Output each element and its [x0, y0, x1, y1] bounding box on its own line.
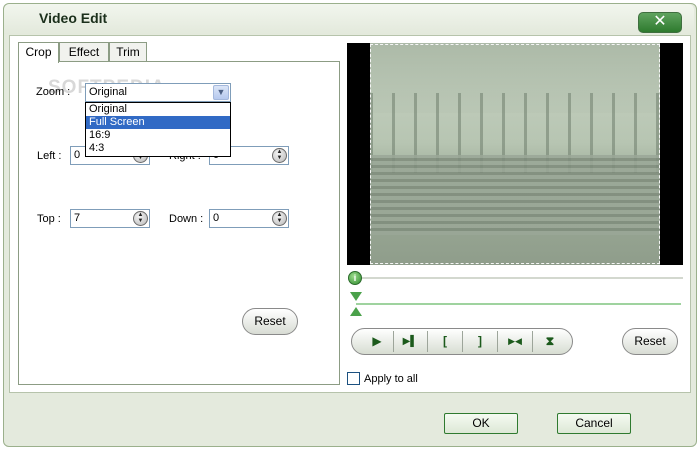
zoom-label: Zoom :	[36, 86, 71, 98]
split-icon[interactable]: ⧗	[535, 331, 565, 352]
trim-start-marker-icon[interactable]	[350, 292, 362, 301]
mark-in-icon[interactable]: [	[430, 331, 460, 352]
control-divider	[532, 331, 533, 352]
ok-button[interactable]: OK	[444, 413, 518, 434]
info-icon[interactable]: i	[348, 271, 362, 285]
zoom-select[interactable]: Original ▼	[85, 83, 231, 102]
zoom-option-16-9[interactable]: 16:9	[86, 129, 230, 142]
left-label: Left :	[37, 150, 62, 162]
tab-trim[interactable]: Trim	[109, 42, 147, 62]
top-stepper-icon[interactable]: ▲ ▼	[133, 211, 148, 226]
down-spinbox[interactable]: 0 ▲ ▼	[209, 209, 289, 228]
apply-to-all-label: Apply to all	[364, 373, 418, 385]
tab-crop[interactable]: Crop	[18, 42, 59, 63]
down-value: 0	[213, 212, 220, 224]
left-value: 0	[74, 149, 81, 161]
play-icon[interactable]: ▶	[362, 331, 392, 352]
top-spinbox[interactable]: 7 ▲ ▼	[70, 209, 150, 228]
tab-effect[interactable]: Effect	[59, 42, 109, 62]
zoom-option-full-screen[interactable]: Full Screen	[86, 116, 230, 129]
preview-reset-button[interactable]: Reset	[622, 328, 678, 355]
trim-end-marker-icon[interactable]	[350, 307, 362, 316]
zoom-dropdown-list: Original Full Screen 16:9 4:3	[85, 102, 231, 157]
cancel-button[interactable]: Cancel	[557, 413, 631, 434]
control-divider	[427, 331, 428, 352]
trim-track[interactable]	[356, 303, 681, 305]
crop-region-outline[interactable]	[370, 44, 660, 264]
video-preview	[347, 43, 683, 265]
control-divider	[393, 331, 394, 352]
control-divider	[497, 331, 498, 352]
zoom-option-4-3[interactable]: 4:3	[86, 142, 230, 155]
zoom-option-original[interactable]: Original	[86, 103, 230, 116]
control-divider	[462, 331, 463, 352]
trim-joint-icon[interactable]: ▶◀	[500, 331, 530, 352]
down-label: Down :	[169, 213, 204, 225]
crop-reset-button[interactable]: Reset	[242, 308, 298, 335]
top-value: 7	[74, 212, 81, 224]
window-title: Video Edit	[39, 10, 108, 26]
right-stepper-icon[interactable]: ▲ ▼	[272, 148, 287, 163]
down-stepper-icon[interactable]: ▲ ▼	[272, 211, 287, 226]
mark-out-icon[interactable]: ]	[465, 331, 495, 352]
chevron-down-icon[interactable]: ▼	[213, 85, 229, 100]
top-label: Top :	[37, 213, 61, 225]
title-bar: Video Edit ✕	[4, 4, 694, 34]
close-icon[interactable]: ✕	[638, 12, 682, 33]
zoom-select-value: Original	[89, 86, 127, 98]
apply-to-all-checkbox[interactable]	[347, 372, 360, 385]
next-frame-icon[interactable]: ▶▌	[395, 331, 425, 352]
seek-track[interactable]	[356, 277, 683, 279]
